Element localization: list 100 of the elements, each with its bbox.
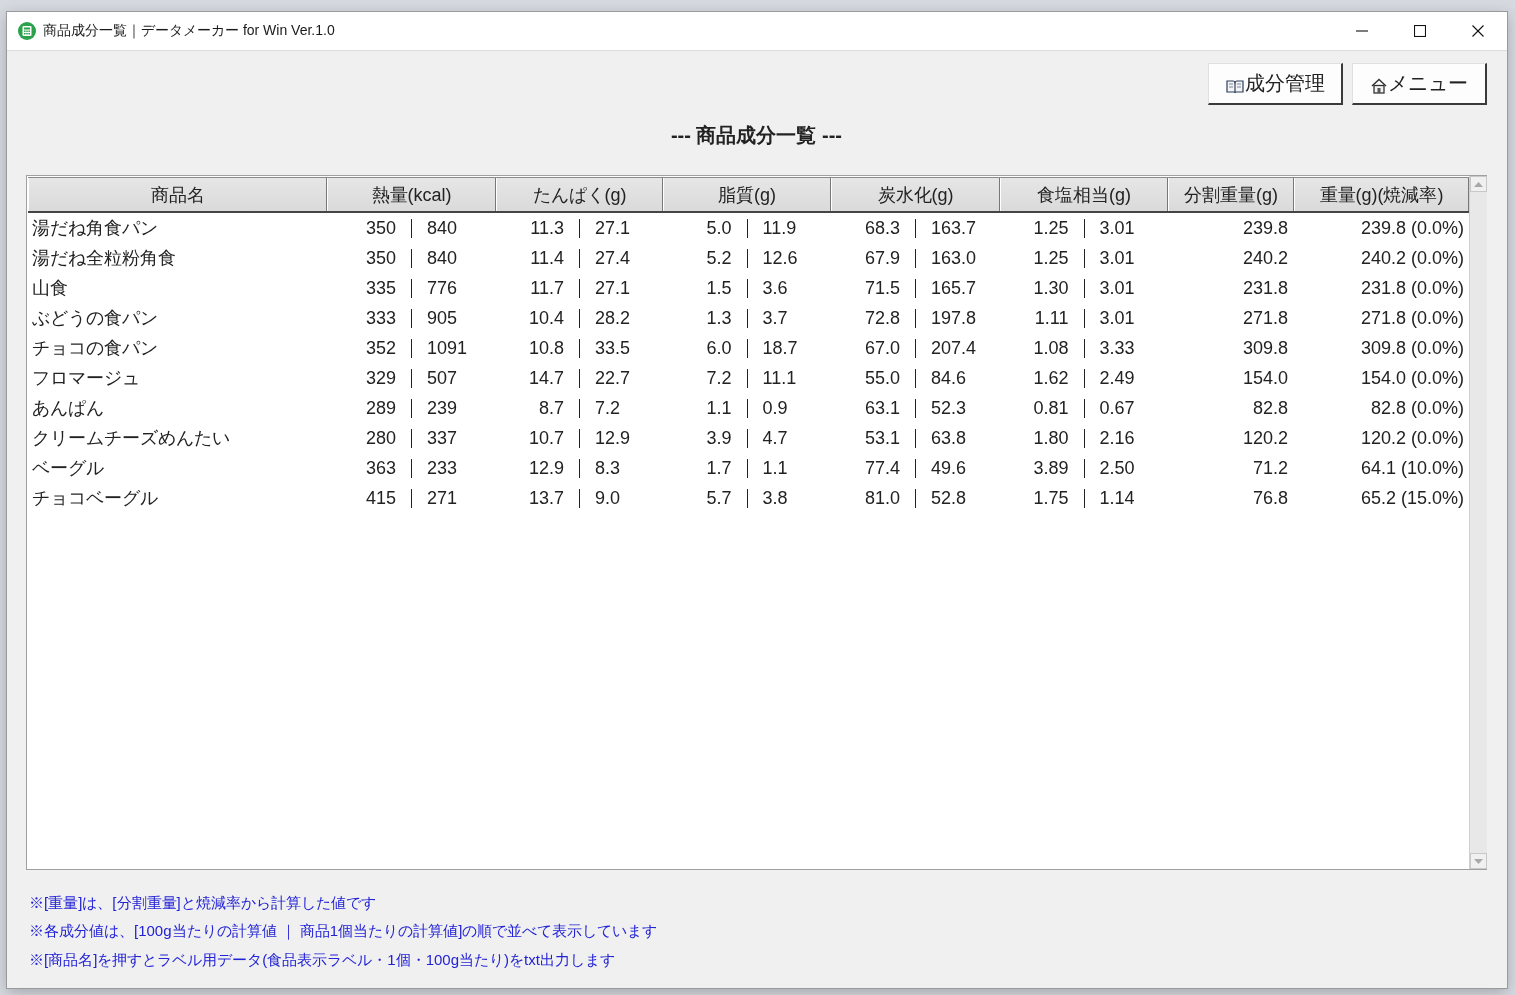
table-cell: 1.30 [1033,277,1069,299]
table-cell: 163.7 [931,217,977,239]
table-cell: 18.7 [762,337,798,359]
table-cell: 1.80 [1033,427,1069,449]
table-cell: 68.3 [864,217,900,239]
product-name-cell[interactable]: チョコの食パン [32,336,158,360]
table-cell: 8.7 [538,397,564,419]
book-icon [1225,78,1244,93]
house-icon [1370,77,1387,94]
table-cell: 1.7 [706,457,732,479]
table-cell: 14.7 [528,367,564,389]
table-cell: 11.4 [530,247,564,269]
table-cell: 3.01 [1099,307,1135,329]
table-cell: 309.8 [1242,337,1288,359]
table-cell: 154.0 [1242,367,1288,389]
table-cell: 84.6 [931,367,967,389]
table-cell: 1.25 [1033,217,1069,239]
down-arrow-icon [1474,858,1483,864]
table-cell: 271.8 (0.0%) [1360,307,1464,329]
table-cell: 0.9 [762,397,788,419]
table-cell: 1.25 [1033,247,1069,269]
table-cell: 776 [427,277,458,299]
table-cell: 55.0 [864,367,900,389]
table-cell: 5.7 [706,487,732,509]
table-cell: 76.8 [1252,487,1288,509]
column-header: 食塩相当(g) [1000,178,1168,211]
table-cell: 9.0 [595,487,621,509]
table-cell: 165.7 [931,277,977,299]
table-cell: 2.50 [1099,457,1135,479]
table-cell: 207.4 [931,337,977,359]
table-cell: 154.0 (0.0%) [1360,367,1464,389]
table-cell: 82.8 (0.0%) [1370,397,1464,419]
table-cell: 11.3 [530,217,564,239]
table-cell: 28.2 [595,307,631,329]
table-cell: 6.0 [706,337,732,359]
column-header: 商品名 [28,178,327,211]
table-cell: 840 [427,217,458,239]
table-cell: 309.8 (0.0%) [1360,337,1464,359]
table-cell: 71.5 [864,277,900,299]
menu-button[interactable]: メニュー [1352,63,1487,105]
product-name-cell[interactable]: クリームチーズめんたい [32,426,230,450]
table-cell: 27.1 [595,277,631,299]
product-name-cell[interactable]: フロマージュ [32,366,140,390]
table-cell: 163.0 [931,247,977,269]
table-cell: 350 [365,217,396,239]
table-cell: 840 [427,247,458,269]
table-cell: 72.8 [864,307,900,329]
table-cell: 231.8 (0.0%) [1360,277,1464,299]
table-cell: 12.9 [595,427,631,449]
table-cell: 27.4 [595,247,631,269]
product-name-cell[interactable]: チョコベーグル [32,486,158,510]
scrollbar[interactable] [1469,176,1487,869]
product-name-cell[interactable]: 湯だね角食パン [32,216,158,240]
product-name-cell[interactable]: ぶどうの食パン [32,306,158,330]
table-cell: 3.33 [1099,337,1135,359]
maximize-icon [1414,25,1426,37]
product-name-cell[interactable]: ベーグル [32,456,104,480]
manage-button[interactable]: 成分管理 [1208,63,1343,105]
table-cell: 337 [427,427,458,449]
table-cell: 0.67 [1099,397,1135,419]
table-cell: 1.3 [706,307,732,329]
table-cell: 63.1 [864,397,900,419]
note-text: ※[重量]は、[分割重量]と焼減率から計算した値です [29,893,376,913]
column-header: 熱量(kcal) [327,178,496,211]
table-cell: 350 [365,247,396,269]
table-cell: 240.2 (0.0%) [1360,247,1464,269]
table-cell: 239.8 [1242,217,1288,239]
table-cell: 1.1 [706,397,732,419]
table-cell: 65.2 (15.0%) [1360,487,1464,509]
table-cell: 3.7 [762,307,788,329]
table-cell: 2.49 [1099,367,1135,389]
table-cell: 1.62 [1033,367,1069,389]
table-cell: 52.8 [931,487,967,509]
table-cell: 3.9 [706,427,732,449]
table-cell: 4.7 [762,427,788,449]
column-header: 炭水化(g) [831,178,1000,211]
table-cell: 2.16 [1099,427,1135,449]
product-name-cell[interactable]: 湯だね全粒粉角食 [32,246,176,270]
table-cell: 1091 [427,337,468,359]
table-cell: 5.0 [706,217,732,239]
table-cell: 49.6 [931,457,967,479]
table-cell: 12.6 [762,247,798,269]
table-cell: 10.7 [528,427,564,449]
table-cell: 63.8 [931,427,967,449]
product-name-cell[interactable]: 山食 [32,276,68,300]
app-calculator-icon [18,22,36,40]
table-cell: 3.01 [1099,247,1135,269]
product-name-cell[interactable]: あんぱん [32,396,104,420]
table-cell: 71.2 [1252,457,1288,479]
table-cell: 507 [427,367,458,389]
table-cell: 271.8 [1242,307,1288,329]
table-cell: 1.08 [1033,337,1069,359]
table-cell: 1.11 [1034,307,1069,329]
table-cell: 335 [365,277,396,299]
table-cell: 1.5 [706,277,732,299]
table-cell: 0.81 [1033,397,1069,419]
table-cell: 240.2 [1242,247,1288,269]
table-cell: 333 [365,307,396,329]
table-cell: 33.5 [595,337,631,359]
table-cell: 3.01 [1099,217,1135,239]
